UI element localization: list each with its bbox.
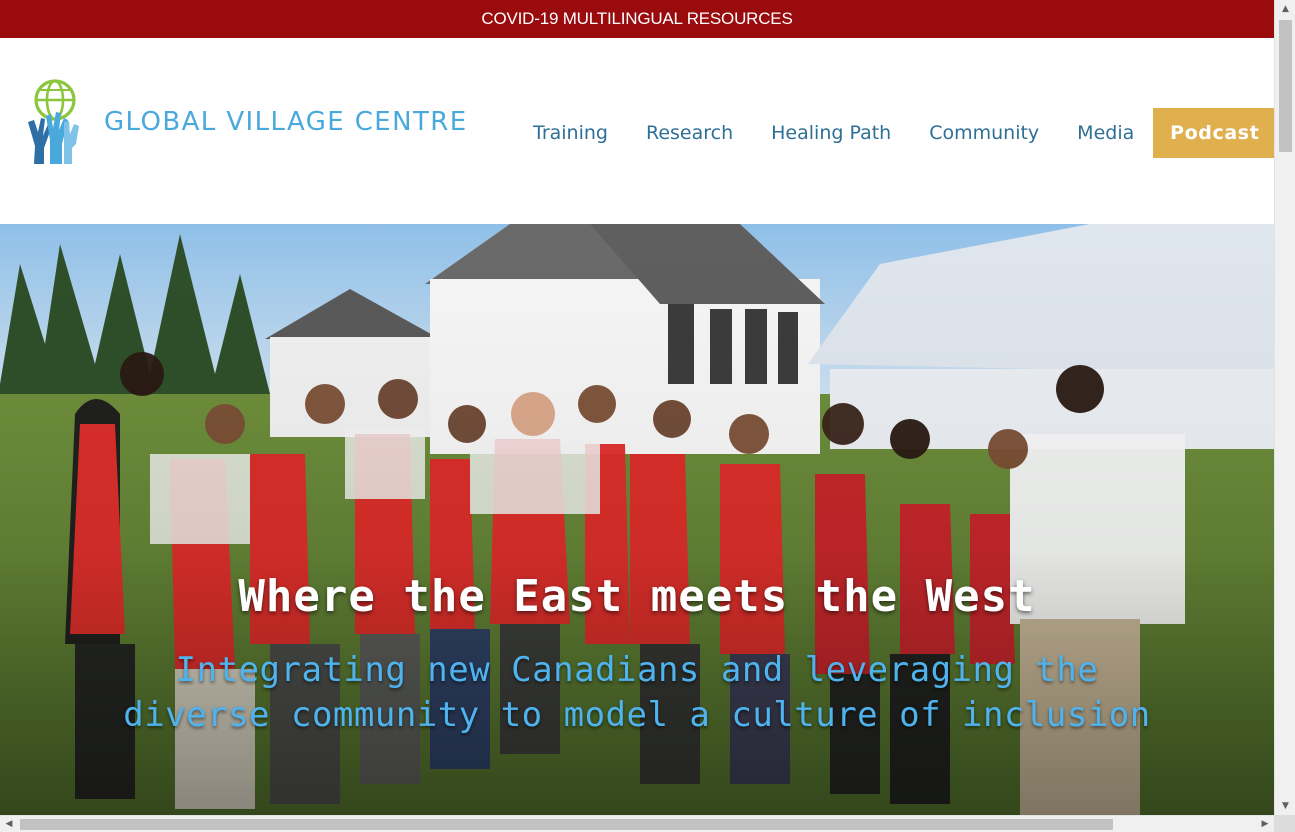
nav-item-media[interactable]: Media	[1058, 122, 1153, 144]
announcement-bar: COVID-19 MULTILINGUAL RESOURCES	[0, 0, 1274, 38]
vertical-scrollbar[interactable]: ▲ ▼	[1274, 0, 1295, 815]
hero-subtitle: Integrating new Canadians and leveraging…	[123, 650, 1151, 735]
site-logo[interactable]: GLOBAL VILLAGE CENTRE	[26, 76, 476, 168]
hero-title: Where the East meets the West	[238, 571, 1036, 622]
podcast-button[interactable]: Podcast	[1153, 108, 1274, 158]
scroll-up-arrow-icon[interactable]: ▲	[1275, 0, 1295, 18]
nav-item-research[interactable]: Research	[627, 122, 752, 144]
globe-hands-icon	[28, 79, 79, 164]
main-nav: Training Research Healing Path Community…	[514, 108, 1274, 158]
horizontal-scrollbar[interactable]: ◀ ▶	[0, 815, 1274, 832]
scroll-right-arrow-icon[interactable]: ▶	[1256, 816, 1274, 832]
logo-text: GLOBAL VILLAGE CENTRE	[104, 107, 468, 137]
site-header: GLOBAL VILLAGE CENTRE Training Research …	[0, 38, 1274, 224]
nav-item-training[interactable]: Training	[514, 122, 627, 144]
scrollbar-corner	[1274, 815, 1295, 832]
scroll-down-arrow-icon[interactable]: ▼	[1275, 797, 1295, 815]
nav-item-healing-path[interactable]: Healing Path	[752, 122, 910, 144]
vertical-scroll-thumb[interactable]	[1279, 20, 1292, 152]
covid-resources-link[interactable]: COVID-19 MULTILINGUAL RESOURCES	[481, 9, 792, 29]
scroll-left-arrow-icon[interactable]: ◀	[0, 816, 18, 832]
hero-section: Where the East meets the West Integratin…	[0, 224, 1274, 815]
nav-item-community[interactable]: Community	[910, 122, 1058, 144]
horizontal-scroll-thumb[interactable]	[20, 819, 1113, 830]
page-viewport: COVID-19 MULTILINGUAL RESOURCES GLOBAL V…	[0, 0, 1274, 815]
